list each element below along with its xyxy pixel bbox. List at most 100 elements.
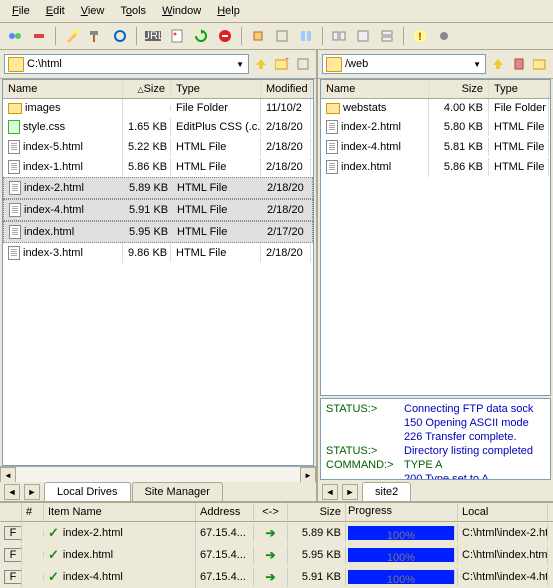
disconnect-icon[interactable] <box>29 26 49 46</box>
file-size: 9.86 KB <box>123 244 171 262</box>
html-file-icon <box>326 140 338 154</box>
tq-col-address[interactable]: Address <box>196 503 254 521</box>
transfer-row[interactable]: F ✓index.html 67.15.4... ➔ 5.95 KB 100% … <box>0 544 553 566</box>
log-line: 150 Opening ASCII mode <box>326 416 545 430</box>
html-file-icon <box>9 203 21 217</box>
transfer-local-path: C:\html\index.htm <box>458 546 548 564</box>
view-icon-1[interactable] <box>329 26 349 46</box>
local-pane: C:\html▼ * Name △Size Type Modified imag… <box>0 50 318 501</box>
tq-col-size[interactable]: Size <box>288 503 346 521</box>
check-icon: ✓ <box>48 569 59 585</box>
local-file-list[interactable]: Name △Size Type Modified images File Fol… <box>2 79 314 466</box>
document-icon[interactable] <box>167 26 187 46</box>
transfer-row[interactable]: F ✓index-4.html 67.15.4... ➔ 5.91 KB 100… <box>0 566 553 588</box>
local-col-name[interactable]: Name <box>3 80 123 98</box>
local-col-type[interactable]: Type <box>171 80 261 98</box>
local-up-icon[interactable] <box>252 55 270 73</box>
remote-col-type[interactable]: Type <box>489 80 549 98</box>
file-type: HTML File <box>171 138 261 156</box>
settings-icon[interactable] <box>434 26 454 46</box>
remote-path-input[interactable]: /web▼ <box>322 54 486 74</box>
tq-col-local[interactable]: Local <box>458 503 548 521</box>
rtab-toggle-right[interactable]: ► <box>342 484 358 500</box>
local-file-row[interactable]: index-5.html 5.22 KB HTML File 2/18/20 <box>3 137 313 157</box>
tab-site-manager[interactable]: Site Manager <box>132 482 223 501</box>
local-file-row[interactable]: index-2.html 5.89 KB HTML File 2/18/20 <box>3 177 313 199</box>
flag-button[interactable]: F <box>4 570 22 584</box>
local-file-row[interactable]: index-1.html 5.86 KB HTML File 2/18/20 <box>3 157 313 177</box>
remote-pane: /web▼ Name Size Type webstats 4.00 KB Fi… <box>318 50 553 501</box>
transfer-address: 67.15.4... <box>196 546 254 564</box>
remote-col-size[interactable]: Size <box>429 80 489 98</box>
help-icon[interactable]: ! <box>410 26 430 46</box>
local-new-folder-icon[interactable]: * <box>273 55 291 73</box>
remote-file-list[interactable]: Name Size Type webstats 4.00 KB File Fol… <box>320 79 551 396</box>
tab-toggle-right[interactable]: ► <box>24 484 40 500</box>
local-file-row[interactable]: index-4.html 5.91 KB HTML File 2/18/20 <box>3 199 313 221</box>
local-file-row[interactable]: images File Folder 11/10/2 <box>3 99 313 117</box>
local-col-modified[interactable]: Modified <box>261 80 311 98</box>
log-line: COMMAND:> TYPE A <box>326 458 545 472</box>
view-icon-3[interactable] <box>377 26 397 46</box>
svg-text:*: * <box>285 58 289 66</box>
local-path-input[interactable]: C:\html▼ <box>4 54 249 74</box>
svg-text:!: ! <box>418 31 422 43</box>
file-name: images <box>25 102 60 114</box>
hammer-icon[interactable] <box>86 26 106 46</box>
tab-toggle-left[interactable]: ◄ <box>4 484 20 500</box>
local-view-icon[interactable] <box>294 55 312 73</box>
wizard-icon[interactable] <box>62 26 82 46</box>
remote-file-row[interactable]: webstats 4.00 KB File Folder <box>321 99 550 117</box>
view-icon-2[interactable] <box>353 26 373 46</box>
menu-tools[interactable]: Tools <box>112 2 154 20</box>
menu-view[interactable]: View <box>73 2 113 20</box>
rtab-toggle-left[interactable]: ◄ <box>322 484 338 500</box>
tab-local-drives[interactable]: Local Drives <box>44 482 131 501</box>
tq-col-flag[interactable] <box>0 503 22 521</box>
stop-icon[interactable] <box>215 26 235 46</box>
html-file-icon <box>8 160 20 174</box>
file-modified: 2/18/20 <box>261 244 311 262</box>
tq-col-progress[interactable]: Progress <box>346 503 458 521</box>
menu-window[interactable]: Window <box>154 2 209 20</box>
tq-col-dir[interactable]: <-> <box>254 503 288 521</box>
scroll-left-icon[interactable]: ◄ <box>0 467 16 483</box>
tool-icon-1[interactable] <box>248 26 268 46</box>
local-file-row[interactable]: index-3.html 9.86 KB HTML File 2/18/20 <box>3 243 313 263</box>
flag-button[interactable]: F <box>4 548 22 562</box>
reconnect-icon[interactable] <box>110 26 130 46</box>
remote-new-folder-icon[interactable] <box>531 55 549 73</box>
file-type: HTML File <box>171 158 261 176</box>
html-file-icon <box>326 160 338 174</box>
scroll-track[interactable] <box>16 467 300 482</box>
arrow-right-icon: ➔ <box>265 570 275 584</box>
remote-file-row[interactable]: index-2.html 5.80 KB HTML File <box>321 117 550 137</box>
flag-button[interactable]: F <box>4 526 22 540</box>
remote-tool-icon[interactable] <box>510 55 528 73</box>
menu-file[interactable]: File <box>4 2 38 20</box>
scroll-right-icon[interactable]: ► <box>300 467 316 483</box>
menu-edit[interactable]: Edit <box>38 2 73 20</box>
connect-icon[interactable] <box>5 26 25 46</box>
local-file-row[interactable]: index.html 5.95 KB HTML File 2/17/20 <box>3 221 313 243</box>
file-size: 5.86 KB <box>123 158 171 176</box>
tq-col-num[interactable]: # <box>22 503 44 521</box>
svg-text:URL: URL <box>145 30 161 42</box>
file-name: index-4.html <box>24 204 84 216</box>
remote-up-icon[interactable] <box>489 55 507 73</box>
tool-icon-2[interactable] <box>272 26 292 46</box>
remote-file-row[interactable]: index.html 5.86 KB HTML File <box>321 157 550 177</box>
url-icon[interactable]: URL <box>143 26 163 46</box>
file-name: index-5.html <box>23 141 83 153</box>
local-col-size[interactable]: △Size <box>123 80 171 98</box>
menu-help[interactable]: Help <box>209 2 248 20</box>
local-file-row[interactable]: style.css 1.65 KB EditPlus CSS (.c... 2/… <box>3 117 313 137</box>
transfer-row[interactable]: F ✓index-2.html 67.15.4... ➔ 5.89 KB 100… <box>0 522 553 544</box>
tq-col-item[interactable]: Item Name <box>44 503 196 521</box>
tool-icon-3[interactable] <box>296 26 316 46</box>
file-name: index-4.html <box>341 141 401 153</box>
refresh-icon[interactable] <box>191 26 211 46</box>
tab-site2[interactable]: site2 <box>362 482 411 501</box>
remote-col-name[interactable]: Name <box>321 80 429 98</box>
remote-file-row[interactable]: index-4.html 5.81 KB HTML File <box>321 137 550 157</box>
